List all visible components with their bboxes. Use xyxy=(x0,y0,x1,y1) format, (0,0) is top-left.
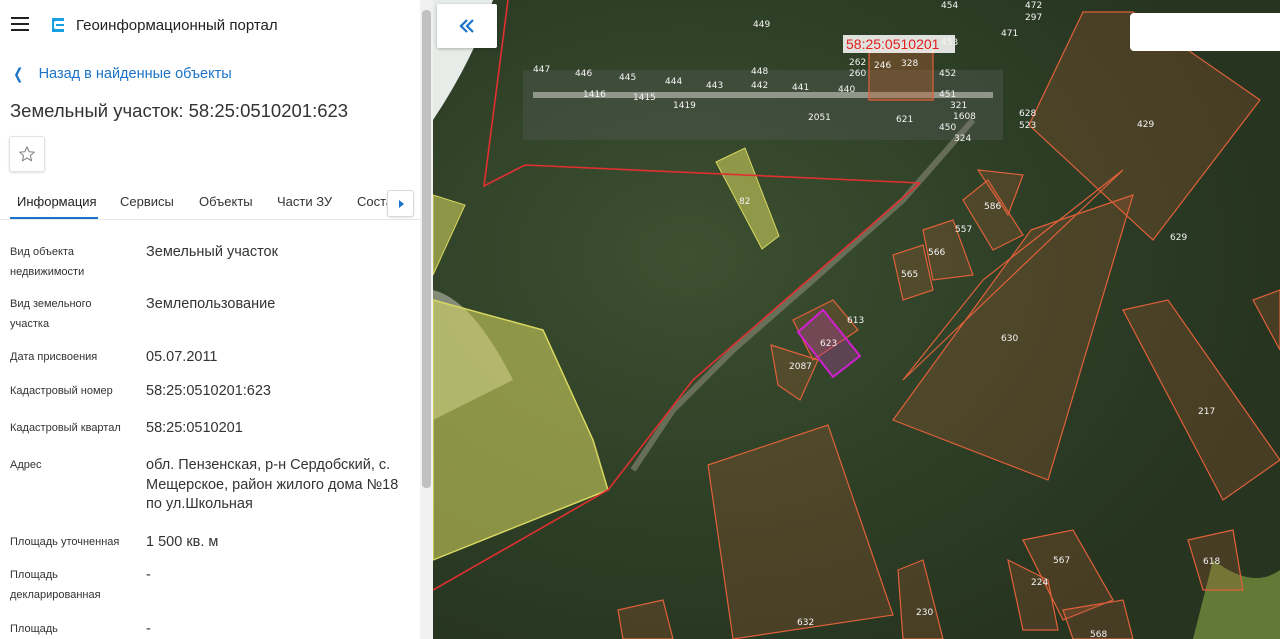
parcel-label: 613 xyxy=(847,316,864,326)
tab-services[interactable]: Сервисы xyxy=(120,194,174,209)
info-label: Вид объекта недвижимости xyxy=(10,246,85,278)
active-tab-indicator xyxy=(10,217,98,219)
parcel-label: 321 xyxy=(950,101,967,111)
info-value: - xyxy=(146,567,151,583)
info-label: Вид земельного участка xyxy=(10,298,92,330)
info-label: Площадь декларированная xyxy=(10,569,101,601)
parcel-label: 447 xyxy=(533,65,550,75)
info-value: Землепользование xyxy=(146,296,276,312)
parcel-label: 230 xyxy=(916,608,933,618)
parcel-label: 453 xyxy=(941,38,958,48)
parcel-label: 566 xyxy=(928,248,945,258)
parcel-label: 629 xyxy=(1170,233,1187,243)
parcel-label: 2051 xyxy=(808,113,831,123)
info-value: 58:25:0510201:623 xyxy=(146,383,271,399)
scrollbar-thumb[interactable] xyxy=(422,10,431,488)
page-title: Земельный участок: 58:25:0510201:623 xyxy=(10,100,349,121)
parcel-label: 2087 xyxy=(789,362,812,372)
parcel-label: 1608 xyxy=(953,112,976,122)
quarter-label: 58:25:0510201 xyxy=(846,36,940,52)
parcel-label: 523 xyxy=(1019,121,1036,131)
parcel-label: 328 xyxy=(901,59,918,69)
parcel-label: 429 xyxy=(1137,120,1154,130)
back-link-label: Назад в найденные объекты xyxy=(38,66,232,82)
info-label: Площадь уточненная xyxy=(10,536,120,548)
parcel-label: 448 xyxy=(751,67,768,77)
top-bar: Геоинформационный портал xyxy=(0,0,420,50)
tab-overflow: Соста xyxy=(357,182,387,220)
map-view[interactable]: 58:25:0510201 449 454 472 297 471 447 44… xyxy=(433,0,1280,639)
panel-scrollbar[interactable] xyxy=(420,0,433,639)
favorite-button[interactable] xyxy=(9,136,45,172)
parcel-block[interactable] xyxy=(868,47,934,101)
tab-composition[interactable]: Соста xyxy=(357,194,387,209)
info-value: 05.07.2011 xyxy=(146,349,218,365)
parcel-label: 628 xyxy=(1019,109,1036,119)
parcel-label: 451 xyxy=(939,90,956,100)
map-search-input[interactable] xyxy=(1130,13,1280,51)
parcel-label: 630 xyxy=(1001,334,1018,344)
tab-bar: Информация Сервисы Объекты Части ЗУ Сост… xyxy=(0,182,420,220)
parcel-label: 1415 xyxy=(633,93,656,103)
info-value: 58:25:0510201 xyxy=(146,420,243,436)
parcel-label: 586 xyxy=(984,202,1001,212)
star-icon xyxy=(19,146,35,162)
parcel-label: 440 xyxy=(838,85,855,95)
parcel-label: 224 xyxy=(1031,578,1048,588)
parcel-label: 632 xyxy=(797,618,814,628)
parcel-label: 621 xyxy=(896,115,913,125)
parcel-label: 1416 xyxy=(583,90,606,100)
portal-logo-icon xyxy=(52,18,64,32)
info-value: Земельный участок xyxy=(146,244,278,260)
info-label: Адрес xyxy=(10,459,42,471)
parcel-label: 441 xyxy=(792,83,809,93)
tab-info[interactable]: Информация xyxy=(17,194,97,209)
parcel-label: 472 xyxy=(1025,1,1042,11)
parcel-label: 452 xyxy=(939,69,956,79)
parcel-label: 442 xyxy=(751,81,768,91)
info-label: Дата присвоения xyxy=(10,351,98,363)
parcel-label: 446 xyxy=(575,69,592,79)
double-chevron-left-icon xyxy=(459,19,474,33)
parcel-label: 444 xyxy=(665,77,682,87)
parcel-label: 260 xyxy=(849,69,866,79)
caret-right-icon xyxy=(398,199,404,208)
info-label: Кадастровый номер xyxy=(10,385,113,397)
parcel-label: 471 xyxy=(1001,29,1018,39)
parcel-label: 262 xyxy=(849,58,866,68)
info-value: обл. Пензенская, р-н Сердобский, с. Меще… xyxy=(146,457,399,512)
parcel-label: 445 xyxy=(619,73,636,83)
parcel-label: 623 xyxy=(820,339,837,349)
parcel-label: 449 xyxy=(753,20,770,30)
parcel-label: 1419 xyxy=(673,101,696,111)
parcel-label: 82 xyxy=(739,197,750,207)
parcel-label: 565 xyxy=(901,270,918,280)
chevron-left-icon: ❮ xyxy=(13,66,24,83)
parcel-label: 450 xyxy=(939,123,956,133)
parcel-label: 454 xyxy=(941,1,958,11)
info-label: Площадь xyxy=(10,623,58,635)
tab-parts[interactable]: Части ЗУ xyxy=(277,194,332,209)
map-canvas[interactable]: 58:25:0510201 449 454 472 297 471 447 44… xyxy=(433,0,1280,639)
parcel-label: 443 xyxy=(706,81,723,91)
parcel-label: 217 xyxy=(1198,407,1215,417)
hamburger-icon[interactable] xyxy=(11,17,29,31)
parcel-label: 297 xyxy=(1025,13,1042,23)
parcel-label: 568 xyxy=(1090,630,1107,639)
back-to-results-link[interactable]: ❮ Назад в найденные объекты xyxy=(12,65,232,83)
parcel-label: 324 xyxy=(954,134,971,144)
info-label: Кадастровый квартал xyxy=(10,422,121,434)
parcel-label: 618 xyxy=(1203,557,1220,567)
collapse-panel-button[interactable] xyxy=(437,4,497,48)
tab-objects[interactable]: Объекты xyxy=(199,194,253,209)
info-value: - xyxy=(146,621,151,637)
tabs-scroll-right-button[interactable] xyxy=(387,190,414,217)
app-title: Геоинформационный портал xyxy=(76,17,278,34)
parcel-label: 246 xyxy=(874,61,891,71)
parcel-label: 557 xyxy=(955,225,972,235)
parcel-label: 567 xyxy=(1053,556,1070,566)
info-panel: Геоинформационный портал ❮ Назад в найде… xyxy=(0,0,420,639)
info-value: 1 500 кв. м xyxy=(146,534,219,550)
